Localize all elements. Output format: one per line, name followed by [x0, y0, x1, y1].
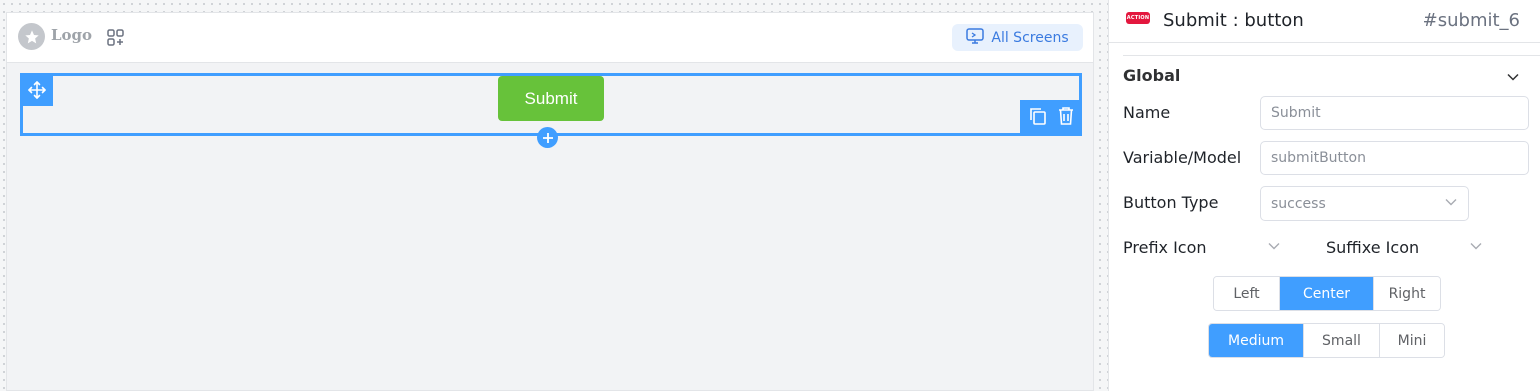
alignment-group: Left Center Right [1213, 276, 1441, 311]
variable-label: Variable/Model [1123, 148, 1242, 167]
submit-button[interactable]: Submit [498, 76, 604, 121]
prefix-icon-label: Prefix Icon [1123, 238, 1207, 257]
section-title[interactable]: Global [1123, 66, 1180, 85]
name-field[interactable] [1260, 96, 1529, 130]
action-badge-icon: ACTION [1126, 12, 1150, 24]
chevron-down-icon [1444, 195, 1458, 213]
align-right-button[interactable]: Right [1374, 277, 1440, 310]
chevron-down-icon [1469, 238, 1483, 257]
app-topbar: Logo All Screens [7, 13, 1093, 63]
add-widget-icon[interactable] [106, 28, 126, 48]
button-type-label: Button Type [1123, 193, 1219, 212]
monitor-icon [966, 27, 985, 48]
suffix-icon-label: Suffixe Icon [1326, 238, 1420, 257]
chevron-down-icon[interactable] [1506, 69, 1520, 83]
panel-header: ACTION Submit : button #submit_6 [1109, 0, 1540, 43]
size-group: Medium Small Mini [1208, 323, 1445, 358]
component-title: Submit : button [1163, 10, 1304, 31]
size-medium-button[interactable]: Medium [1209, 324, 1304, 357]
prefix-icon-select[interactable]: Prefix Icon [1123, 238, 1281, 257]
section-divider [1123, 55, 1540, 56]
logo-text: Logo [51, 26, 93, 44]
variable-field[interactable] [1260, 141, 1529, 175]
all-screens-button[interactable]: All Screens [952, 24, 1083, 51]
align-left-button[interactable]: Left [1214, 277, 1280, 310]
size-small-button[interactable]: Small [1304, 324, 1380, 357]
delete-icon[interactable] [1057, 106, 1075, 130]
selected-row[interactable]: Submit [20, 73, 1082, 148]
row-toolbar [1020, 100, 1082, 136]
design-canvas: Logo All Screens Submit [6, 12, 1094, 391]
component-id: #submit_6 [1422, 10, 1520, 31]
name-label: Name [1123, 103, 1171, 122]
chevron-down-icon [1267, 238, 1281, 257]
suffix-icon-select[interactable]: Suffixe Icon [1326, 238, 1483, 257]
align-center-button[interactable]: Center [1280, 277, 1374, 310]
copy-icon[interactable] [1028, 106, 1048, 130]
star-icon [18, 23, 45, 50]
plus-icon[interactable] [537, 127, 558, 148]
move-icon[interactable] [20, 73, 53, 106]
button-type-select[interactable]: success [1260, 186, 1469, 221]
properties-panel: ACTION Submit : button #submit_6 Global … [1108, 0, 1540, 391]
size-mini-button[interactable]: Mini [1380, 324, 1444, 357]
button-type-value: success [1271, 195, 1326, 212]
all-screens-label: All Screens [991, 29, 1069, 46]
